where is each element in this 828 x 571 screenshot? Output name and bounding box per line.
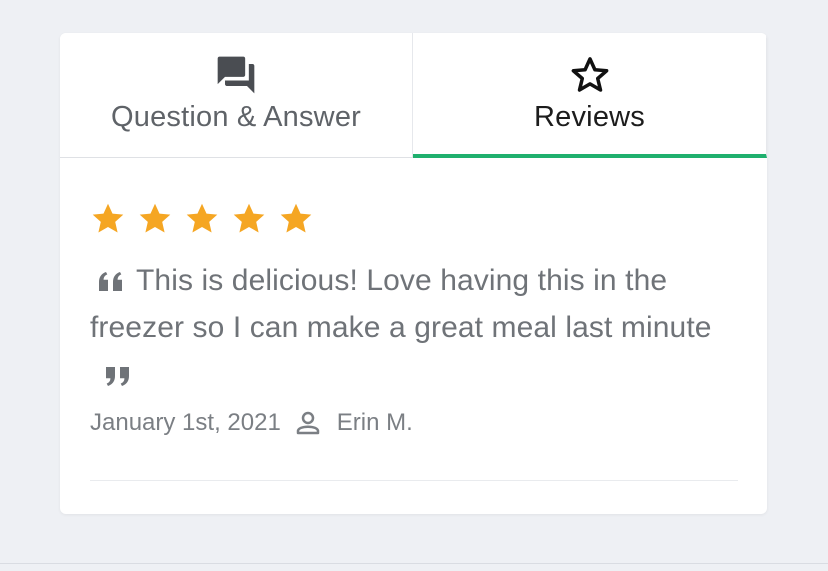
forum-icon [214, 53, 258, 97]
star-icon [92, 203, 124, 233]
review-item: This is delicious! Love having this in t… [90, 201, 738, 438]
star-icon [233, 203, 265, 233]
review-author: Erin M. [336, 409, 413, 436]
star-rating [90, 201, 738, 237]
reviews-card: Question & Answer Reviews This is delici… [60, 33, 767, 514]
star-outline-icon [568, 53, 612, 97]
star-icon [186, 203, 218, 233]
star-icon [139, 203, 171, 233]
star-icon [280, 203, 312, 233]
review-text: This is delicious! Love having this in t… [90, 264, 712, 344]
user-icon [293, 408, 323, 438]
open-quote-icon [99, 272, 122, 292]
tab-question-answer-label: Question & Answer [110, 101, 362, 133]
tab-question-answer[interactable]: Question & Answer [60, 33, 413, 158]
review-meta: January 1st, 2021 Erin M. [90, 408, 738, 438]
review-divider [90, 480, 738, 481]
tab-bar: Question & Answer Reviews [60, 33, 767, 158]
tab-reviews[interactable]: Reviews [413, 33, 767, 158]
page: Question & Answer Reviews This is delici… [0, 0, 828, 571]
tab-reviews-label: Reviews [534, 101, 645, 133]
page-bottom-divider [0, 563, 828, 564]
close-quote-icon [106, 367, 129, 387]
review-date: January 1st, 2021 [90, 409, 281, 436]
review-text-block: This is delicious! Love having this in t… [90, 257, 738, 398]
